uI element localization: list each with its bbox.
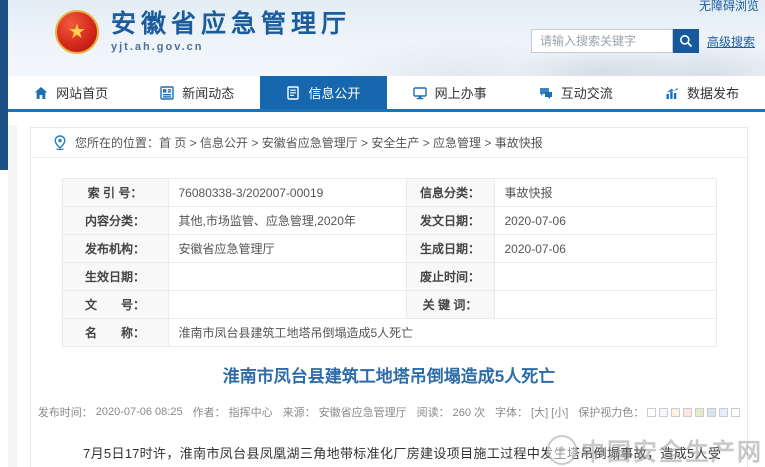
table-row: 内容分类： 其他,市场监管、应急管理,2020年 发文日期： 2020-07-0… [62,207,716,235]
font-size-label: 字体： [495,404,528,420]
meta-label: 文 号： [62,291,168,319]
advanced-search-link[interactable]: 高级搜索 [707,33,755,50]
color-swatch[interactable] [647,408,656,417]
author: 指挥中心 [229,404,273,420]
breadcrumb-prefix: 您所在的位置： [75,134,159,151]
nav-item-home[interactable]: 网站首页 [8,76,134,109]
table-row: 名 称： 淮南市凤台县建筑工地塔吊倒塌造成5人死亡 [62,319,716,347]
meta-value [494,291,716,319]
meta-value [494,263,716,291]
table-row: 发布机构： 安徽省应急管理厅 生成日期： 2020-07-06 [62,235,716,263]
accessibility-link[interactable]: 无障碍浏览 [699,0,759,14]
font-large-button[interactable]: [大] [531,404,548,420]
meta-label: 生成日期： [406,235,494,263]
nav-item-news[interactable]: 新闻动态 [134,76,260,109]
color-swatch[interactable] [683,408,692,417]
main-nav: 网站首页 新闻动态 信息公开 网上办事 互动交流 数据发布 [0,76,765,112]
site-header: ★ 安徽省应急管理厅 yjt.ah.gov.cn 高级搜索 [8,0,765,76]
table-row: 文 号： 关 键 词： [62,291,716,319]
nav-item-data-release[interactable]: 数据发布 [639,76,765,109]
nav-item-label: 网上办事 [435,83,487,102]
meta-value: 2020-07-06 [494,235,716,263]
national-emblem-logo: ★ [55,10,99,54]
color-swatch[interactable] [659,408,668,417]
eye-protect-label: 保护视力色： [578,404,644,420]
meta-label: 内容分类： [62,207,168,235]
location-pin-icon [53,135,67,151]
breadcrumb-path[interactable]: 首 页 > 信息公开 > 安徽省应急管理厅 > 安全生产 > 应急管理 > 事故… [159,134,543,151]
chart-icon [665,86,679,100]
meta-label: 索 引 号： [62,179,168,207]
source-label: 来源： [283,404,316,420]
publish-time-label: 发布时间： [38,404,93,420]
chat-icon [539,86,553,100]
search-input[interactable] [531,29,673,53]
monitor-icon [413,86,427,100]
source: 安徽省应急管理厅 [319,404,407,420]
search-button[interactable] [673,29,699,53]
breadcrumb: 您所在的位置： 首 页 > 信息公开 > 安徽省应急管理厅 > 安全生产 > 应… [31,128,747,158]
meta-value [168,291,406,319]
content-panel: 您所在的位置： 首 页 > 信息公开 > 安徽省应急管理厅 > 安全生产 > 应… [30,127,748,467]
publish-time: 2020-07-06 08:25 [96,406,183,418]
meta-label: 生效日期： [62,263,168,291]
search-zone: 高级搜索 [531,29,755,53]
nav-item-label: 互动交流 [561,83,613,102]
color-swatch[interactable] [719,408,728,417]
document-meta-table: 索 引 号： 76080338-3/202007-00019 信息分类： 事故快… [62,178,717,347]
table-row: 生效日期： 废止时间： [62,263,716,291]
table-row: 索 引 号： 76080338-3/202007-00019 信息分类： 事故快… [62,179,716,207]
document-icon [286,86,300,100]
nav-item-label: 网站首页 [56,83,108,102]
nav-item-interaction[interactable]: 互动交流 [513,76,639,109]
article-title: 淮南市凤台县建筑工地塔吊倒塌造成5人死亡 [31,362,747,387]
author-label: 作者： [193,404,226,420]
news-icon [160,86,174,100]
site-url: yjt.ah.gov.cn [111,41,351,53]
color-swatch[interactable] [695,408,704,417]
meta-label: 信息分类： [406,179,494,207]
views-label: 阅读： [417,404,450,420]
views-count: 260 次 [453,404,485,420]
nav-item-info-disclosure[interactable]: 信息公开 [260,76,386,109]
meta-value: 其他,市场监管、应急管理,2020年 [168,207,406,235]
nav-item-online-services[interactable]: 网上办事 [387,76,513,109]
article-meta-bar: 发布时间：2020-07-06 08:25 作者：指挥中心 来源：安徽省应急管理… [31,404,747,420]
meta-value: 76080338-3/202007-00019 [168,179,406,207]
meta-value [168,263,406,291]
site-title: 安徽省应急管理厅 [111,11,351,39]
nav-item-label: 新闻动态 [182,83,234,102]
meta-label: 发文日期： [406,207,494,235]
font-small-button[interactable]: [小] [551,404,568,420]
meta-label: 关 键 词： [406,291,494,319]
meta-value: 淮南市凤台县建筑工地塔吊倒塌造成5人死亡 [168,319,716,347]
meta-label: 废止时间： [406,263,494,291]
meta-value: 事故快报 [494,179,716,207]
meta-value: 安徽省应急管理厅 [168,235,406,263]
eye-protect-swatches [647,408,740,417]
nav-item-label: 信息公开 [308,83,360,102]
meta-label: 名 称： [62,319,168,347]
home-icon [34,86,48,100]
meta-value: 2020-07-06 [494,207,716,235]
search-icon [679,34,693,48]
color-swatch[interactable] [671,408,680,417]
left-edge-stripe [0,0,8,170]
article-body: 7月5日17时许，淮南市凤台县凤凰湖三角地带标准化厂房建设项目施工过程中发生塔吊… [57,442,721,467]
site-brand: ★ 安徽省应急管理厅 yjt.ah.gov.cn [55,10,351,54]
nav-item-label: 数据发布 [687,83,739,102]
meta-label: 发布机构： [62,235,168,263]
color-swatch[interactable] [731,408,740,417]
color-swatch[interactable] [707,408,716,417]
left-gutter-stripe [8,125,17,467]
